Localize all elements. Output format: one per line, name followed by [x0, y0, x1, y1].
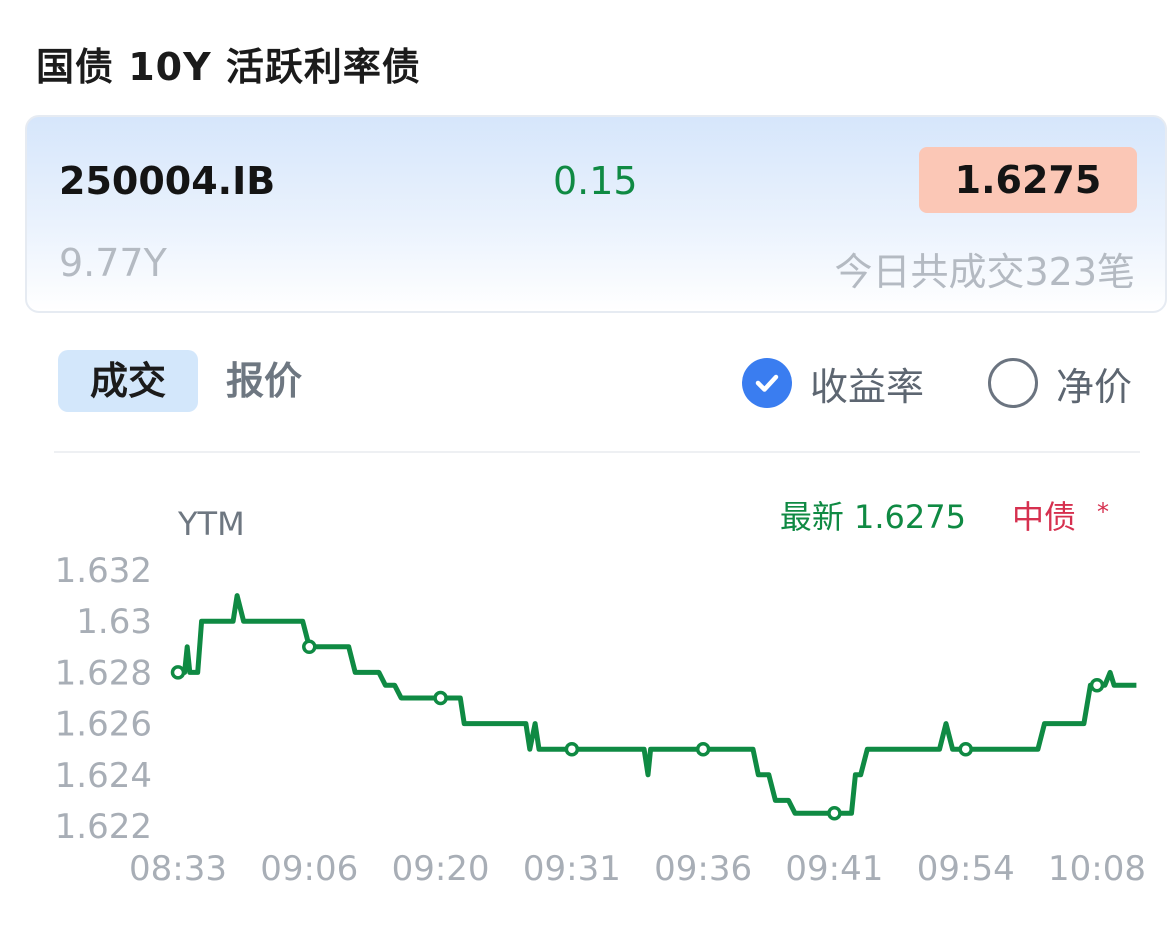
ytm-line [178, 593, 1137, 816]
data-point-marker [1089, 677, 1105, 693]
trade-count: 今日共成交323笔 [834, 250, 1135, 294]
bond-code: 250004.IB [59, 159, 276, 203]
y-tick-label: 1.632 [55, 551, 152, 591]
unchecked-circle-icon[interactable] [988, 358, 1038, 408]
y-tick-label: 1.63 [76, 602, 152, 642]
x-tick-label: 09:31 [523, 849, 621, 889]
data-point-marker [827, 805, 842, 821]
x-tick-label: 09:41 [785, 849, 883, 889]
clean-price-option-label: 净价 [1056, 364, 1133, 409]
markers [170, 639, 1105, 821]
latest-yield-label: 最新 1.6275 [780, 498, 966, 536]
data-point-marker [170, 665, 186, 680]
data-point-marker [564, 741, 580, 757]
clean-price-option[interactable]: 净价 [988, 352, 1132, 414]
x-tick-label: 09:20 [392, 849, 490, 889]
y-tick-label: 1.626 [55, 705, 152, 745]
yield-option-label: 收益率 [810, 364, 925, 409]
bond-price-badge: 1.6275 [919, 147, 1137, 213]
bond-term: 9.77Y [59, 241, 167, 285]
data-point-marker [958, 741, 973, 757]
divider [54, 451, 1140, 453]
y-tick-label: 1.622 [55, 807, 152, 847]
bond-change: 0.15 [553, 159, 638, 203]
ytm-chart: YTM 最新 1.6275 中债 * 1.6321.631.6281.6261.… [55, 498, 1146, 889]
data-point-marker [695, 741, 711, 757]
data-point-marker [302, 639, 317, 655]
data-point-marker [433, 690, 448, 706]
checked-circle-icon[interactable] [742, 358, 792, 408]
y-tick-label: 1.628 [55, 653, 152, 693]
yield-option[interactable]: 收益率 [742, 352, 924, 414]
x-tick-label: 09:54 [917, 849, 1015, 889]
y-tick-label: 1.624 [55, 756, 152, 796]
bond-summary-card[interactable]: 250004.IB 0.15 1.6275 9.77Y 今日共成交323笔 [25, 115, 1167, 313]
x-tick-label: 09:06 [260, 849, 358, 889]
x-tick-label: 09:36 [654, 849, 752, 889]
x-tick-label: 08:33 [129, 849, 227, 889]
source-asterisk: * [1097, 498, 1109, 526]
x-tick-label: 10:08 [1048, 849, 1146, 889]
y-axis-label: YTM [177, 505, 245, 543]
source-label: 中债 [1012, 498, 1076, 536]
tab-quotes[interactable]: 报价 [226, 350, 302, 412]
y-ticks: 1.632 1.63 1.628 1.626 1.624 1.622 [55, 551, 152, 847]
page-title: 国债 10Y 活跃利率债 [36, 45, 421, 89]
tab-trades[interactable]: 成交 [58, 350, 198, 412]
x-ticks: 08:33 09:06 09:20 09:31 09:36 09:41 09:54 10:08 [129, 849, 1146, 889]
